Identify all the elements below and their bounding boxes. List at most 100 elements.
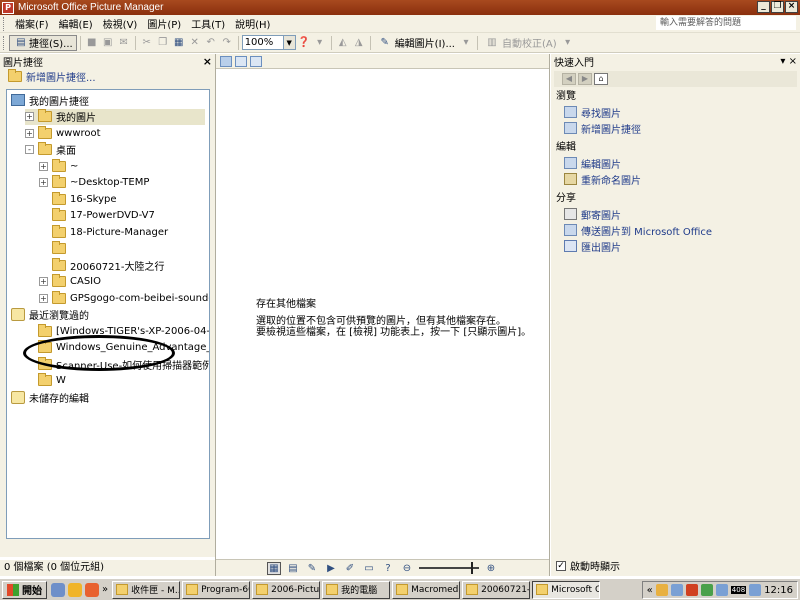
rotate-left-icon[interactable]: ◭ — [336, 36, 350, 50]
tree-item[interactable]: + GPSgogo-com-beibei-sound-php — [39, 290, 209, 306]
pane-menu-icon[interactable]: ▾ × — [780, 56, 797, 67]
taskbar-button[interactable]: 2006-Pictures — [252, 580, 321, 599]
menu-tools[interactable]: 工具(T) — [186, 16, 230, 31]
tree-item[interactable]: + ~ — [39, 158, 78, 174]
close-button[interactable]: × — [785, 1, 798, 13]
zoom-slider[interactable] — [419, 562, 479, 574]
undo-icon[interactable]: ↶ — [204, 36, 218, 50]
quick-start-link[interactable]: 匯出圖片 — [551, 238, 800, 254]
tray-security-icon[interactable] — [685, 584, 698, 596]
menu-edit[interactable]: 編輯(E) — [54, 16, 98, 31]
tray-network-icon[interactable] — [700, 584, 713, 596]
folder-tree[interactable]: 我的圖片捷徑 + 我的圖片 + wwwroot - 桌面 + ~ + ~Desktop-TEMP 16… — [6, 89, 210, 539]
menu-view[interactable]: 檢視(V) — [98, 16, 143, 31]
tray-volume-icon[interactable] — [715, 584, 728, 596]
show-at-startup-checkbox[interactable]: ✓ — [556, 560, 566, 571]
expand-icon[interactable]: + — [25, 128, 34, 138]
toolbar-options-icon[interactable]: ▾ — [313, 36, 327, 50]
help-icon[interactable]: ? — [381, 562, 395, 575]
back-icon[interactable]: ◀ — [562, 73, 576, 85]
delete-icon[interactable]: ✕ — [188, 36, 202, 50]
redo-icon[interactable]: ↷ — [220, 36, 234, 50]
tray-expand-icon[interactable]: « — [647, 585, 653, 596]
toolbar-options-icon[interactable]: ▾ — [459, 36, 473, 50]
zoom-combo[interactable]: 100% — [241, 35, 284, 50]
forward-icon[interactable]: ▶ — [578, 73, 592, 85]
send-icon[interactable]: ▶ — [324, 562, 338, 575]
quick-start-link[interactable]: 郵寄圖片 — [551, 206, 800, 222]
taskbar-button[interactable]: 20060721-... — [462, 580, 531, 599]
single-picture-view-icon[interactable] — [250, 55, 262, 67]
quick-start-link[interactable]: 新增圖片捷徑 — [551, 120, 800, 136]
thumbnail-view-icon[interactable] — [220, 55, 232, 67]
app-launcher-icon[interactable] — [85, 582, 99, 597]
close-pane-icon[interactable]: × — [203, 55, 212, 68]
browser-icon[interactable] — [51, 582, 65, 597]
save-icon[interactable]: ■ — [85, 36, 99, 50]
quick-start-link[interactable]: 編輯圖片 — [551, 155, 800, 171]
taskbar-button[interactable]: 收件匣 - M... — [112, 580, 181, 599]
expand-icon[interactable]: + — [39, 293, 48, 303]
mail-icon[interactable]: ✉ — [117, 36, 131, 50]
zoom-dropdown-arrow[interactable]: ▼ — [283, 35, 296, 50]
tree-item[interactable]: + 我的圖片 — [25, 108, 205, 125]
tree-item[interactable]: - 桌面 — [25, 142, 76, 158]
zoom-in-icon[interactable]: ⊕ — [484, 562, 498, 575]
tree-item[interactable]: 我的圖片捷徑 — [11, 92, 89, 108]
expand-icon[interactable]: + — [39, 178, 48, 187]
menu-help[interactable]: 說明(H) — [230, 16, 275, 31]
start-button[interactable]: 開始 — [2, 580, 47, 599]
rotate-right-icon[interactable]: ◮ — [352, 36, 366, 50]
help-search-input[interactable]: 輸入需要解答的問題 — [656, 16, 796, 30]
quick-start-link[interactable]: 重新命名圖片 — [551, 171, 800, 187]
shortcuts-button[interactable]: ▤ 捷徑(S)... — [9, 34, 77, 51]
add-picture-shortcut-link[interactable]: 新增圖片捷徑... — [0, 68, 215, 84]
quick-start-link[interactable]: 傳送圖片到 Microsoft Office — [551, 222, 800, 238]
tree-item[interactable] — [39, 241, 70, 257]
taskbar-button[interactable]: Macromedi... — [392, 580, 461, 599]
expand-icon[interactable]: + — [39, 277, 48, 286]
taskbar-button[interactable]: 我的電腦 — [322, 580, 391, 599]
menu-file[interactable]: 檔案(F) — [10, 16, 54, 31]
collapse-icon[interactable]: - — [25, 145, 34, 154]
tree-item[interactable]: 16-Skype — [39, 191, 117, 207]
quick-start-link[interactable]: 尋找圖片 — [551, 104, 800, 120]
home-icon[interactable]: ⌂ — [594, 73, 608, 85]
tree-item[interactable]: + ~Desktop-TEMP — [39, 175, 149, 191]
minimize-button[interactable]: _ — [757, 1, 770, 13]
auto-correct-button[interactable]: ▥ 自動校正(A) — [481, 35, 560, 51]
menu-grip[interactable] — [3, 16, 6, 31]
tree-item[interactable]: 最近瀏覽過的 — [11, 307, 89, 323]
expand-icon[interactable]: + — [39, 161, 48, 171]
tree-item[interactable]: 20060721-大陸之行 — [39, 257, 165, 273]
tree-item[interactable]: 17-PowerDVD-V7 — [39, 208, 155, 224]
taskbar-button[interactable]: Microsoft O... — [532, 580, 601, 599]
copy-icon[interactable]: ❐ — [156, 36, 170, 50]
show-at-startup-option[interactable]: ✓ 啟動時顯示 — [556, 558, 620, 573]
tree-item[interactable]: 18-Picture-Manager — [39, 224, 168, 240]
messenger-icon[interactable] — [68, 582, 82, 597]
quick-launch-more-icon[interactable]: » — [102, 584, 108, 595]
tray-app-icon[interactable] — [670, 584, 683, 596]
paste-icon[interactable]: ▦ — [172, 36, 186, 50]
tray-app-icon[interactable] — [749, 584, 762, 596]
edit-picture-button[interactable]: ✎ 編輯圖片(I)... — [374, 35, 458, 51]
toolbar-options-icon[interactable]: ▾ — [561, 36, 575, 50]
help-icon[interactable]: ❓ — [297, 36, 311, 50]
filmstrip-view-icon[interactable] — [235, 55, 247, 67]
export-icon[interactable]: ▭ — [362, 562, 376, 575]
print-icon[interactable]: ▣ — [101, 36, 115, 50]
restore-button[interactable]: ❐ — [771, 1, 784, 13]
expand-icon[interactable]: + — [25, 112, 34, 121]
taskbar-button[interactable]: Program-60... — [182, 580, 251, 599]
cut-icon[interactable]: ✂ — [140, 36, 154, 50]
tray-app-icon[interactable] — [655, 584, 668, 596]
menu-picture[interactable]: 圖片(P) — [142, 16, 186, 31]
toolbar-grip[interactable] — [3, 35, 6, 50]
tree-item[interactable]: W — [25, 373, 66, 389]
tree-item[interactable]: + wwwroot — [25, 125, 101, 141]
tree-item[interactable]: + CASIO — [39, 274, 101, 290]
select-all-icon[interactable]: ▦ — [267, 561, 281, 575]
zoom-out-icon[interactable]: ⊖ — [400, 562, 414, 575]
edit-icon[interactable]: ✎ — [305, 562, 319, 575]
